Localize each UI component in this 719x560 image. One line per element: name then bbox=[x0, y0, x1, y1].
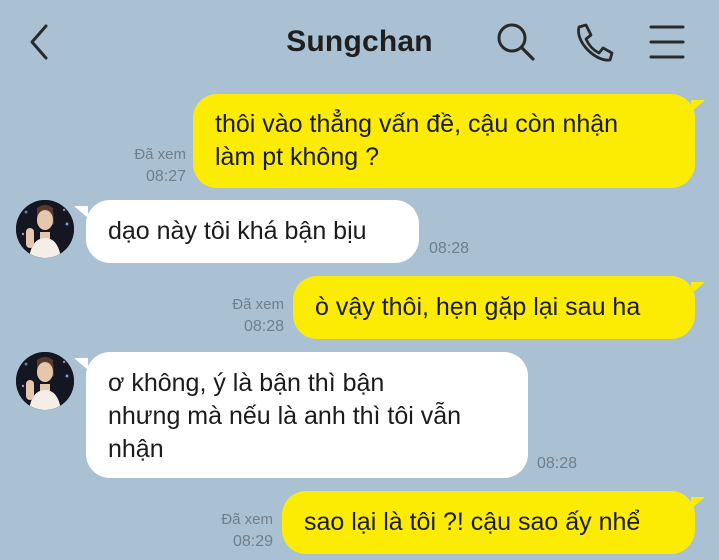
menu-icon bbox=[649, 25, 685, 59]
message-meta: Đã xem 08:27 bbox=[134, 144, 186, 188]
bubble-tail bbox=[74, 206, 88, 218]
call-button[interactable] bbox=[571, 20, 615, 64]
outgoing-message-bubble[interactable]: sao lại là tôi ?! cậu sao ấy nhể bbox=[282, 491, 695, 554]
avatar-photo bbox=[16, 200, 74, 258]
read-receipt: Đã xem bbox=[221, 511, 273, 528]
message-line: sao lại là tôi ?! cậu sao ấy nhể bbox=[304, 508, 641, 536]
message-time: 08:29 bbox=[232, 533, 273, 550]
bubble-tail bbox=[691, 282, 705, 294]
message-line: nhưng mà nếu là anh thì tôi vẫn bbox=[108, 402, 462, 430]
message-line: thôi vào thẳng vấn đề, cậu còn nhận bbox=[215, 110, 619, 138]
message-line: nhận bbox=[108, 435, 164, 463]
message-meta: Đã xem 08:28 bbox=[232, 294, 284, 338]
message-line: làm pt không ? bbox=[215, 143, 379, 171]
message-time: 08:28 bbox=[537, 455, 578, 472]
chat-header: Sungchan bbox=[0, 0, 719, 88]
outgoing-message-bubble[interactable]: ò vậy thôi, hẹn gặp lại sau ha bbox=[293, 276, 695, 339]
message-time: 08:28 bbox=[243, 318, 284, 335]
outgoing-message-bubble[interactable]: thôi vào thẳng vấn đề, cậu còn nhận làm … bbox=[193, 94, 695, 188]
bubble-tail bbox=[691, 100, 705, 112]
read-receipt: Đã xem bbox=[232, 296, 284, 313]
message-time: 08:27 bbox=[145, 168, 186, 185]
message-meta: Đã xem 08:29 bbox=[221, 509, 273, 553]
contact-avatar[interactable] bbox=[16, 352, 74, 410]
avatar-photo bbox=[16, 352, 74, 410]
message-time: 08:28 bbox=[429, 240, 470, 257]
search-button[interactable] bbox=[494, 20, 538, 64]
contact-avatar[interactable] bbox=[16, 200, 74, 258]
read-receipt: Đã xem bbox=[134, 146, 186, 163]
bubble-tail bbox=[74, 358, 88, 370]
message-line: ò vậy thôi, hẹn gặp lại sau ha bbox=[315, 293, 641, 321]
incoming-message-bubble[interactable]: ơ không, ý là bận thì bận nhưng mà nếu l… bbox=[86, 352, 528, 478]
phone-icon bbox=[577, 23, 614, 62]
message-line: ơ không, ý là bận thì bận bbox=[108, 369, 385, 397]
incoming-message-bubble[interactable]: dạo này tôi khá bận bịu bbox=[86, 200, 419, 263]
message-line: dạo này tôi khá bận bịu bbox=[108, 217, 367, 245]
bubble-tail bbox=[691, 497, 705, 509]
menu-button[interactable] bbox=[645, 20, 689, 64]
search-icon bbox=[497, 23, 535, 61]
